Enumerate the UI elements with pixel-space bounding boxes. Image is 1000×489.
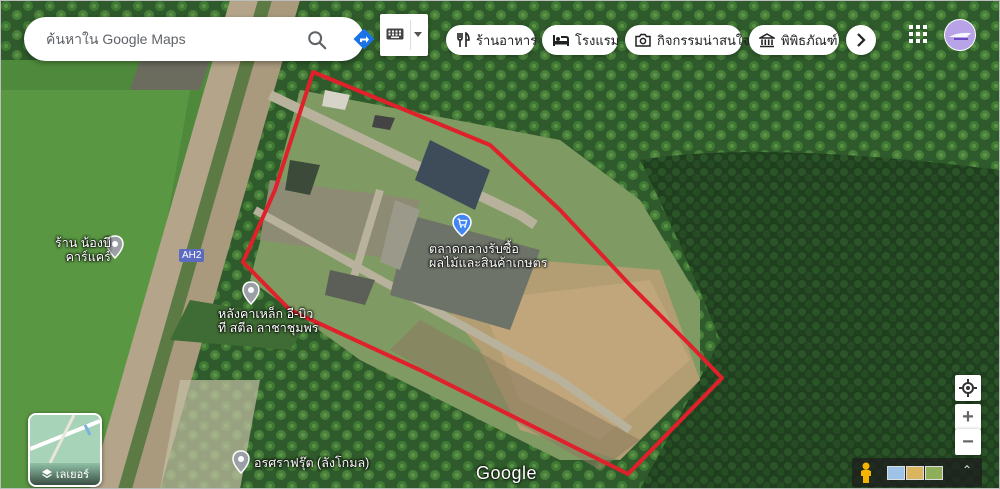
layers-label: เลเยอร์ bbox=[55, 469, 90, 481]
keyboard-icon bbox=[386, 28, 404, 40]
zoom-in-button[interactable]: + bbox=[955, 404, 981, 430]
layers-preview-map bbox=[30, 415, 100, 463]
chip-hotels[interactable]: โรงแรม bbox=[542, 25, 620, 55]
place-label-line2: ที สตีล ลาชาชุมพร bbox=[218, 321, 319, 335]
chip-restaurants[interactable]: ร้านอาหาร bbox=[446, 25, 538, 55]
chip-attractions[interactable]: กิจกรรมน่าสนใจ bbox=[625, 25, 750, 55]
place-label-market[interactable]: ตลาดกลางรับซื้อ ผลไม้และสินค้าเกษตร bbox=[429, 242, 547, 270]
place-label-line1: ตลาดกลางรับซื้อ bbox=[429, 242, 519, 256]
my-location-button[interactable] bbox=[955, 375, 981, 401]
layers-button[interactable]: เลเยอร์ bbox=[28, 413, 102, 487]
chip-label: ร้านอาหาร bbox=[476, 32, 538, 48]
imagery-thumbnail-1[interactable] bbox=[887, 466, 905, 480]
place-label-carcare[interactable]: ร้าน น้องบี คาร์แคร์ bbox=[55, 236, 111, 264]
expand-chevron-icon[interactable]: ⌃ bbox=[962, 463, 972, 477]
zoom-out-button[interactable]: − bbox=[955, 429, 981, 455]
avatar-image bbox=[949, 32, 971, 40]
chips-next-button[interactable] bbox=[846, 25, 876, 55]
chevron-down-icon[interactable] bbox=[414, 32, 422, 37]
chip-museums[interactable]: พิพิธภัณฑ์ bbox=[749, 25, 839, 55]
chip-label: โรงแรม bbox=[575, 32, 620, 48]
place-label-line2: ผลไม้และสินค้าเกษตร bbox=[429, 256, 548, 270]
place-label-line1: หลังคาเหล็ก อี-บิว bbox=[218, 307, 314, 321]
highway-shield: AH2 bbox=[179, 249, 205, 262]
pegman-icon[interactable] bbox=[859, 462, 873, 484]
account-avatar[interactable] bbox=[944, 19, 976, 51]
layers-label-row: เลเยอร์ bbox=[30, 463, 100, 485]
my-location-icon bbox=[959, 379, 977, 397]
search-box[interactable] bbox=[24, 17, 375, 61]
hotel-icon bbox=[553, 34, 569, 46]
chip-label: กิจกรรมน่าสนใจ bbox=[657, 32, 750, 48]
apps-grid-icon[interactable] bbox=[908, 24, 928, 44]
place-label-steel-roof[interactable]: หลังคาเหล็ก อี-บิว ที สตีล ลาชาชุมพร bbox=[218, 307, 318, 335]
imagery-thumbnail-2[interactable] bbox=[906, 466, 924, 480]
shopping-pin-icon[interactable] bbox=[452, 213, 472, 237]
place-pin-icon[interactable] bbox=[232, 450, 250, 474]
place-label-line1: ร้าน น้องบี bbox=[55, 236, 111, 250]
imagery-thumbnail-3[interactable] bbox=[925, 466, 943, 480]
restaurant-icon bbox=[457, 32, 470, 47]
search-input[interactable] bbox=[44, 30, 278, 48]
chip-label: พิพิธภัณฑ์ bbox=[781, 32, 838, 48]
google-logo: Google bbox=[476, 463, 538, 483]
place-label-line2: คาร์แคร์ bbox=[65, 250, 111, 264]
keyboard-divider bbox=[410, 20, 411, 50]
camera-icon bbox=[635, 33, 651, 47]
search-icon[interactable] bbox=[306, 29, 328, 51]
chevron-right-icon bbox=[857, 33, 866, 47]
keyboard-button[interactable] bbox=[380, 14, 428, 56]
layers-icon bbox=[41, 469, 52, 479]
place-label-fruit-shop[interactable]: อรศราฟรุ๊ต (ลังโกมล) bbox=[254, 456, 369, 470]
map-canvas[interactable]: AH2 ตลาดกลางรับซื้อ ผลไม้และสินค้าเกษตร … bbox=[0, 0, 1000, 489]
place-pin-icon[interactable] bbox=[242, 281, 260, 305]
place-label-line1: อรศราฟรุ๊ต (ลังโกมล) bbox=[254, 456, 370, 470]
directions-icon[interactable] bbox=[352, 27, 376, 51]
museum-icon bbox=[759, 32, 775, 47]
